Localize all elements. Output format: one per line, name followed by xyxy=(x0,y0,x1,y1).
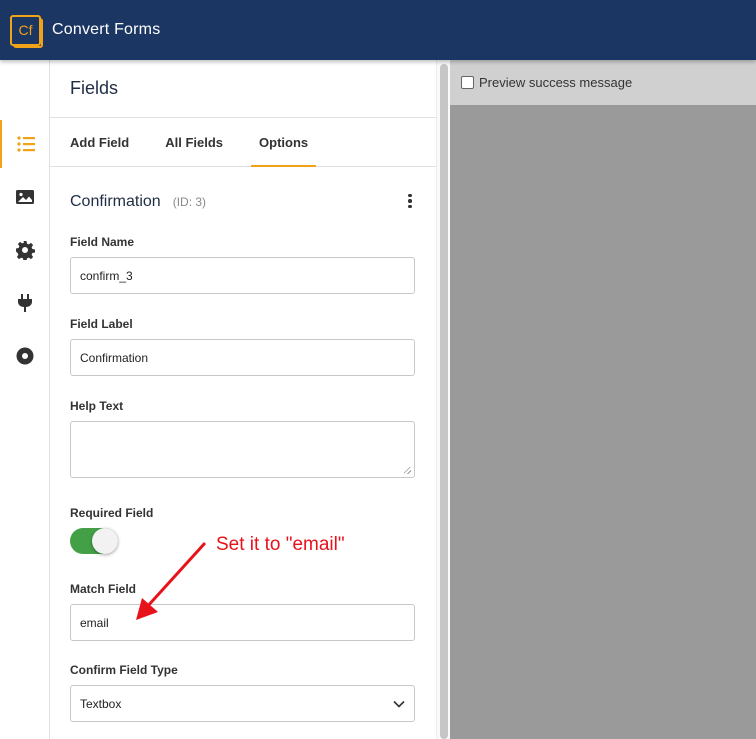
field-name-input[interactable]: confirm_3 xyxy=(70,257,415,294)
match-field-group: Match Field email xyxy=(70,582,415,641)
match-field-label: Match Field xyxy=(70,582,137,596)
tab-options[interactable]: Options xyxy=(250,118,317,167)
app-title: Convert Forms xyxy=(52,21,161,38)
tab-add-field[interactable]: Add Field xyxy=(70,118,129,167)
sidebar-item-design[interactable] xyxy=(0,173,50,221)
form-preview: Preview success message xyxy=(450,60,756,739)
preview-toolbar: Preview success message xyxy=(450,60,756,105)
app-header: Cf Convert Forms xyxy=(0,0,756,60)
help-text-label: Help Text xyxy=(70,399,124,413)
preview-success-checkbox[interactable] xyxy=(461,76,474,89)
field-name-group: Field Name confirm_3 xyxy=(70,235,415,294)
field-label-label: Field Label xyxy=(70,317,133,331)
gear-icon xyxy=(16,241,35,260)
image-icon xyxy=(16,190,34,204)
required-toggle[interactable] xyxy=(70,528,118,554)
field-type-title: Confirmation xyxy=(70,193,161,210)
toggle-knob xyxy=(92,528,118,554)
annotation-arrow-icon xyxy=(136,541,207,620)
scrollbar-thumb[interactable] xyxy=(440,64,448,739)
tab-all-fields[interactable]: All Fields xyxy=(165,118,223,167)
sidebar-item-settings[interactable] xyxy=(0,226,50,274)
required-field-label: Required Field xyxy=(70,506,154,520)
field-name-label: Field Name xyxy=(70,235,135,249)
annotation-text: Set it to "email" xyxy=(216,534,345,555)
help-text-textarea[interactable] xyxy=(70,421,415,478)
panel-title: Fields xyxy=(70,78,119,98)
resize-handle[interactable] xyxy=(404,467,411,474)
field-heading: Confirmation (ID: 3) xyxy=(70,193,415,211)
field-label-input[interactable]: Confirmation xyxy=(70,339,415,376)
circle-icon xyxy=(16,347,34,365)
panel-tabs: Add Field All Fields Options xyxy=(50,118,436,167)
confirm-type-value: Textbox xyxy=(80,696,122,711)
fields-panel: Fields Add Field All Fields Options Conf… xyxy=(50,60,436,739)
app-logo[interactable]: Cf xyxy=(10,14,43,48)
chevron-down-icon xyxy=(393,700,405,708)
field-id: (ID: 3) xyxy=(172,195,207,209)
help-text-group: Help Text xyxy=(70,399,415,478)
plug-icon xyxy=(18,294,32,312)
match-field-input[interactable]: email xyxy=(70,604,415,641)
panel-header: Fields xyxy=(50,60,436,118)
confirm-type-label: Confirm Field Type xyxy=(70,663,178,677)
list-icon xyxy=(17,136,35,152)
sidebar-item-submissions[interactable] xyxy=(0,332,50,380)
confirm-type-select[interactable]: Textbox xyxy=(70,685,415,722)
sidebar-item-fields[interactable] xyxy=(0,120,50,168)
confirm-type-group: Confirm Field Type Textbox xyxy=(70,663,415,722)
panel-scrollbar[interactable] xyxy=(436,60,450,739)
field-label-group: Field Label Confirmation xyxy=(70,317,415,376)
more-options-icon[interactable] xyxy=(405,193,415,209)
icon-sidebar xyxy=(0,60,50,739)
preview-success-label[interactable]: Preview success message xyxy=(479,75,632,90)
sidebar-item-integrations[interactable] xyxy=(0,279,50,327)
logo-text: Cf xyxy=(18,22,33,38)
